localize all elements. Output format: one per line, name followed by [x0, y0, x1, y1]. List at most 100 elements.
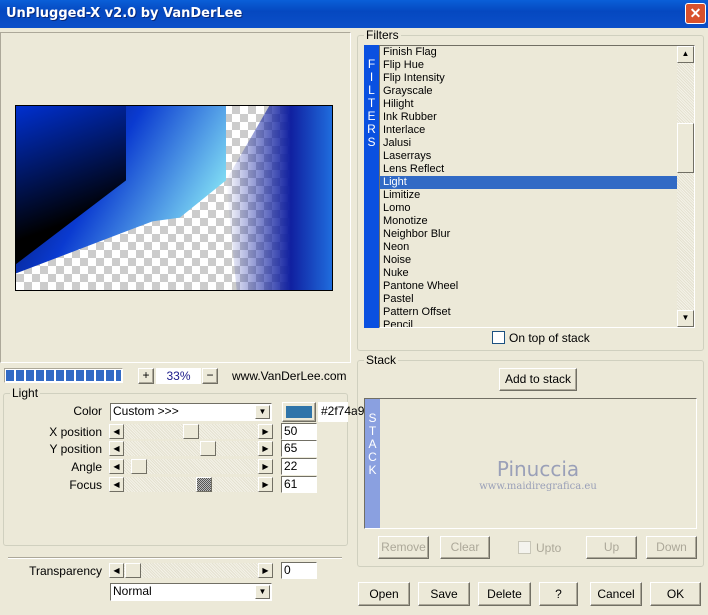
arrow-left-icon[interactable]: ◀ — [109, 424, 124, 439]
param-value[interactable]: 61 — [281, 476, 317, 493]
filter-item[interactable]: Noise — [380, 254, 679, 267]
slider-thumb[interactable] — [125, 563, 141, 578]
slider-thumb[interactable] — [183, 424, 199, 439]
filter-item[interactable]: Lens Reflect — [380, 163, 679, 176]
website-link[interactable]: www.VanDerLee.com — [232, 369, 347, 383]
up-button[interactable]: Up — [586, 536, 637, 559]
color-swatch — [286, 406, 312, 418]
filters-list[interactable]: Finish Flag Flip Hue Flip Intensity Graysca… — [379, 45, 695, 328]
remove-button[interactable]: Remove — [378, 536, 429, 559]
filters-scrollbar[interactable]: ▲ ▼ — [677, 46, 694, 327]
filter-item[interactable]: Light — [380, 176, 679, 189]
watermark-url: www.maidiregrafica.eu — [479, 481, 597, 492]
window-title: UnPlugged-X v2.0 by VanDerLee — [6, 6, 243, 21]
upto-label: Upto — [536, 541, 562, 555]
stack-group-label: Stack — [364, 353, 399, 367]
preview-image[interactable] — [15, 105, 333, 291]
scroll-down-icon[interactable]: ▼ — [677, 310, 694, 327]
filter-item[interactable]: Pencil — [380, 319, 679, 327]
param-slider[interactable]: ◀ ▶ — [109, 441, 273, 456]
arrow-right-icon[interactable]: ▶ — [258, 424, 273, 439]
divider — [8, 557, 342, 559]
zoom-out-button[interactable]: − — [202, 368, 218, 384]
chevron-down-icon[interactable]: ▼ — [255, 585, 270, 599]
open-button[interactable]: Open — [358, 582, 410, 606]
add-to-stack-button[interactable]: Add to stack — [499, 368, 577, 391]
down-button[interactable]: Down — [646, 536, 697, 559]
zoom-level: 33% — [156, 368, 201, 384]
param-value[interactable]: 65 — [281, 440, 317, 457]
arrow-right-icon[interactable]: ▶ — [258, 441, 273, 456]
blend-mode-value: Normal — [113, 584, 152, 598]
filter-item[interactable]: Lomo — [380, 202, 679, 215]
param-slider[interactable]: ◀ ▶ — [109, 424, 273, 439]
param-value[interactable]: 22 — [281, 458, 317, 475]
slider-thumb[interactable] — [196, 477, 212, 492]
param-label: Y position — [49, 442, 102, 456]
help-button[interactable]: ? — [539, 582, 578, 606]
param-slider[interactable]: ◀ ▶ — [109, 459, 273, 474]
filter-item[interactable]: Finish Flag — [380, 46, 679, 59]
color-swatch-button[interactable] — [282, 402, 316, 422]
close-button[interactable]: ✕ — [685, 3, 706, 24]
param-value[interactable]: 50 — [281, 423, 317, 440]
filter-item[interactable]: Pastel — [380, 293, 679, 306]
filter-item[interactable]: Flip Intensity — [380, 72, 679, 85]
watermark: Pinuccia — [496, 457, 580, 481]
filters-vertical-label: FILTERS — [364, 45, 379, 328]
scroll-up-icon[interactable]: ▲ — [677, 46, 694, 63]
filter-item[interactable]: Nuke — [380, 267, 679, 280]
progress-bar — [4, 368, 123, 383]
stack-vertical-label: STACK — [365, 399, 380, 528]
ok-button[interactable]: OK — [650, 582, 701, 606]
filter-item[interactable]: Pantone Wheel — [380, 280, 679, 293]
arrow-right-icon[interactable]: ▶ — [258, 459, 273, 474]
arrow-right-icon[interactable]: ▶ — [258, 563, 273, 578]
on-top-checkbox[interactable] — [492, 331, 505, 344]
filters-group-label: Filters — [364, 28, 401, 42]
cancel-button[interactable]: Cancel — [590, 582, 642, 606]
filter-item[interactable]: Pattern Offset — [380, 306, 679, 319]
filter-item[interactable]: Hilight — [380, 98, 679, 111]
param-label: Focus — [69, 478, 102, 492]
arrow-left-icon[interactable]: ◀ — [109, 459, 124, 474]
arrow-left-icon[interactable]: ◀ — [109, 563, 124, 578]
clear-button[interactable]: Clear — [440, 536, 490, 559]
filter-item[interactable]: Monotize — [380, 215, 679, 228]
slider-thumb[interactable] — [200, 441, 216, 456]
transparency-slider[interactable]: ◀ ▶ — [109, 563, 273, 578]
light-group-label: Light — [10, 386, 41, 400]
arrow-right-icon[interactable]: ▶ — [258, 477, 273, 492]
arrow-left-icon[interactable]: ◀ — [109, 441, 124, 456]
chevron-down-icon[interactable]: ▼ — [255, 405, 270, 419]
upto-checkbox[interactable] — [518, 541, 531, 554]
filter-item[interactable]: Limitize — [380, 189, 679, 202]
filter-item[interactable]: Grayscale — [380, 85, 679, 98]
delete-button[interactable]: Delete — [478, 582, 531, 606]
color-hex: #2f74a9 — [318, 402, 364, 422]
filter-item[interactable]: Neighbor Blur — [380, 228, 679, 241]
transparency-label: Transparency — [29, 564, 102, 578]
param-label: Angle — [71, 460, 102, 474]
blend-mode-dropdown[interactable]: Normal ▼ — [110, 583, 272, 601]
filter-item[interactable]: Flip Hue — [380, 59, 679, 72]
save-button[interactable]: Save — [418, 582, 470, 606]
color-dropdown-value: Custom >>> — [113, 404, 179, 418]
filter-item[interactable]: Ink Rubber — [380, 111, 679, 124]
param-label: X position — [49, 425, 102, 439]
color-dropdown[interactable]: Custom >>> ▼ — [110, 403, 272, 421]
on-top-label: On top of stack — [509, 331, 590, 345]
color-label: Color — [73, 404, 102, 418]
vertical-letter: K — [368, 463, 377, 477]
transparency-value[interactable]: 0 — [281, 562, 317, 579]
filter-item[interactable]: Neon — [380, 241, 679, 254]
arrow-left-icon[interactable]: ◀ — [109, 477, 124, 492]
filter-item[interactable]: Jalusi — [380, 137, 679, 150]
filter-item[interactable]: Laserrays — [380, 150, 679, 163]
scroll-thumb[interactable] — [677, 123, 694, 173]
filter-item[interactable]: Interlace — [380, 124, 679, 137]
slider-thumb[interactable] — [131, 459, 147, 474]
param-slider[interactable]: ◀ ▶ — [109, 477, 273, 492]
zoom-in-button[interactable]: + — [138, 368, 154, 384]
vertical-letter: S — [367, 135, 376, 149]
